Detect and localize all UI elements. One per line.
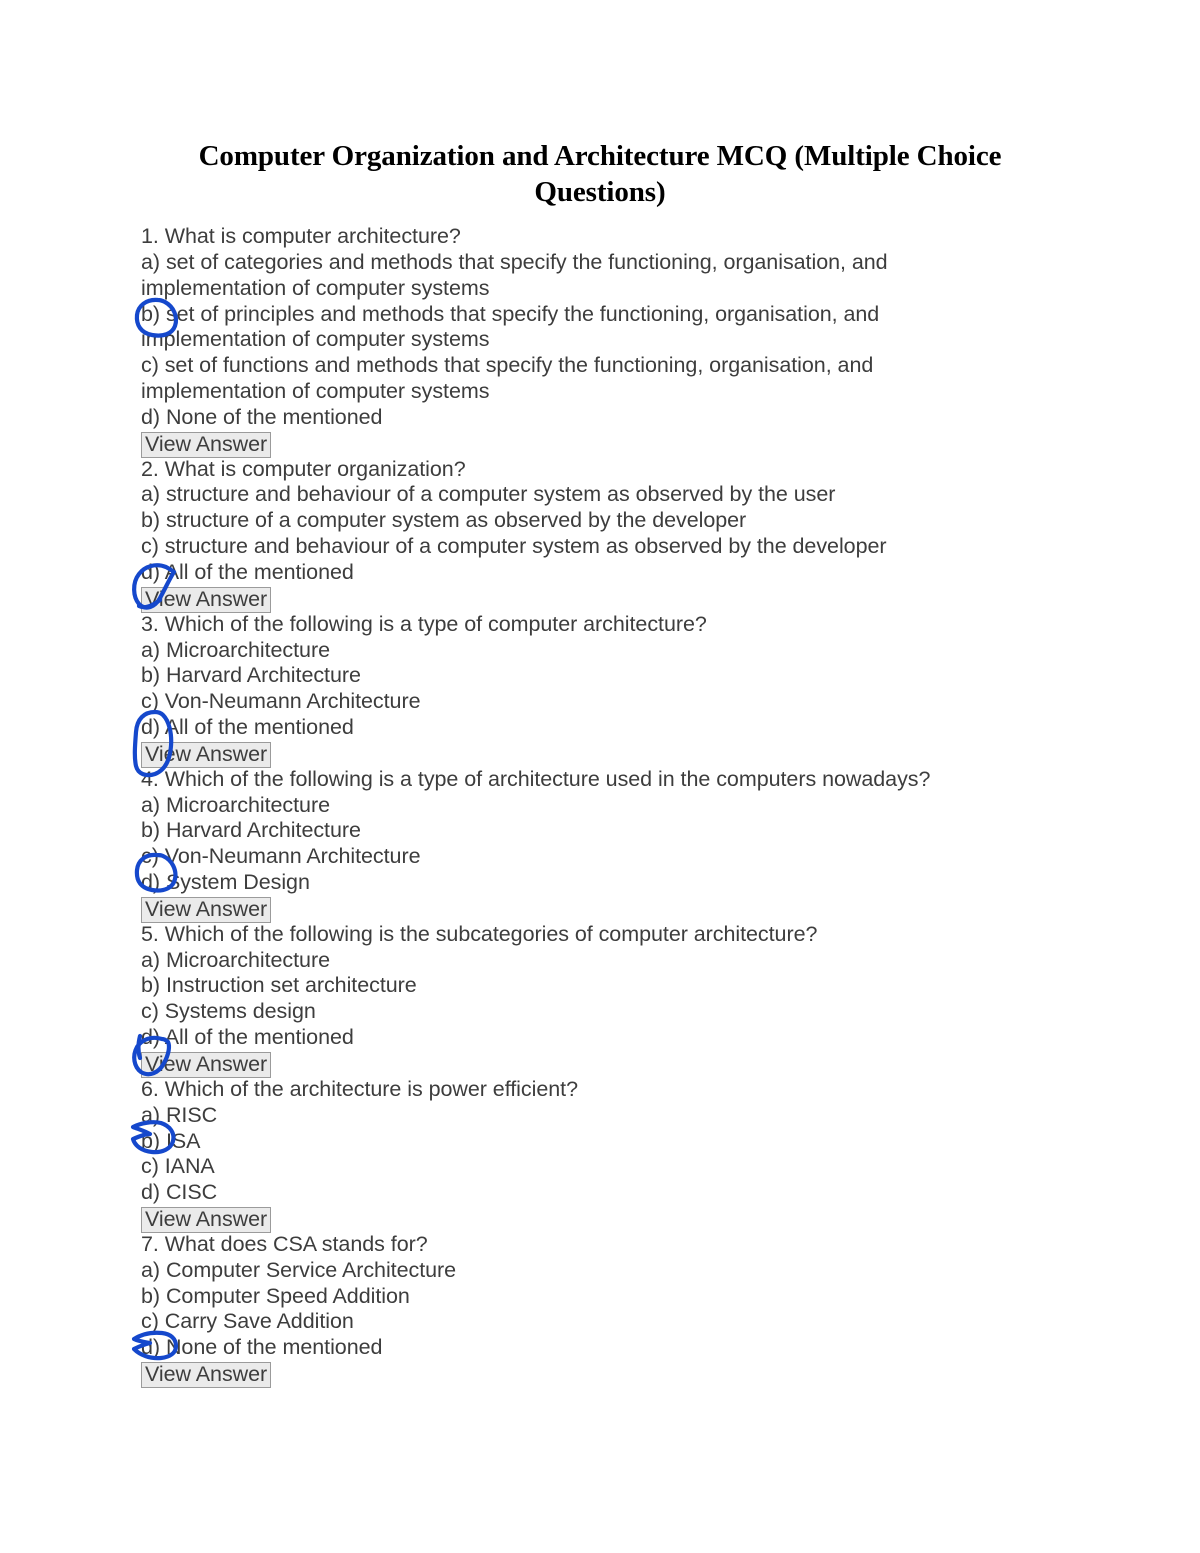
answer-option-line: d) None of the mentioned (141, 1335, 383, 1360)
view-answer-row: View Answer (141, 1051, 1041, 1078)
answer-option-line: implementation of computer systems (141, 275, 490, 300)
answer-option-line: c) structure and behaviour of a computer… (141, 534, 887, 559)
question-prompt: 6. Which of the architecture is power ef… (141, 1076, 578, 1101)
answer-option-line: b) Computer Speed Addition (141, 1283, 410, 1308)
view-answer-row: View Answer (141, 896, 1041, 923)
answer-option-line: d) CISC (141, 1180, 218, 1205)
answer-option-line: a) structure and behaviour of a computer… (141, 482, 836, 507)
question-prompt: 1. What is computer architecture? (141, 224, 461, 248)
view-answer-row: View Answer (141, 431, 1041, 458)
answer-option-line: b) Harvard Architecture (141, 818, 361, 843)
view-answer-row: View Answer (141, 741, 1041, 768)
answer-option-line: implementation of computer systems (141, 379, 490, 404)
view-answer-button[interactable]: View Answer (141, 896, 272, 923)
question-prompt: 7. What does CSA stands for? (141, 1231, 428, 1256)
answer-option-line: a) set of categories and methods that sp… (141, 249, 888, 274)
view-answer-row: View Answer (141, 1206, 1041, 1234)
question-list: 1. What is computer architecture? a) set … (141, 224, 1041, 1389)
answer-option-line: b) Instruction set architecture (141, 973, 417, 998)
answer-option-line: d) All of the mentioned (141, 715, 354, 740)
question-prompt: 5. Which of the following is the subcate… (141, 921, 818, 946)
view-answer-button[interactable]: View Answer (141, 741, 272, 768)
answer-option-line: c) Von-Neumann Architecture (141, 689, 421, 714)
answer-option-line: d) None of the mentioned (141, 404, 383, 429)
question-prompt: 3. Which of the following is a type of c… (141, 611, 707, 636)
answer-option-line: b) set of principles and methods that sp… (141, 301, 880, 326)
document-page: Computer Organization and Architecture M… (0, 0, 1200, 1553)
view-answer-row: View Answer (141, 1361, 1041, 1389)
answer-option-line: a) Computer Service Architecture (141, 1257, 457, 1282)
answer-option-line: c) Carry Save Addition (141, 1309, 354, 1334)
answer-option-line: b) Harvard Architecture (141, 663, 361, 688)
view-answer-row: View Answer (141, 586, 1041, 613)
answer-option-line: a) Microarchitecture (141, 637, 330, 662)
question-prompt: 4. Which of the following is a type of a… (141, 766, 931, 791)
page-title: Computer Organization and Architecture M… (198, 140, 1002, 208)
answer-option-line: a) RISC (141, 1102, 218, 1127)
answer-option-line: b) ISA (141, 1128, 201, 1153)
view-answer-button[interactable]: View Answer (141, 1362, 272, 1389)
answer-option-line: d) System Design (141, 870, 310, 895)
view-answer-button[interactable]: View Answer (141, 1052, 272, 1078)
answer-option-line: d) All of the mentioned (141, 1025, 354, 1050)
answer-option-line: a) Microarchitecture (141, 947, 330, 972)
view-answer-button[interactable]: View Answer (141, 431, 272, 458)
view-answer-button[interactable]: View Answer (141, 586, 272, 613)
ink-stroke-q5-tail (136, 1033, 143, 1061)
answer-option-line: a) Microarchitecture (141, 792, 330, 817)
answer-option-line: implementation of computer systems (141, 327, 490, 352)
answer-option-line: b) structure of a computer system as obs… (141, 508, 747, 533)
answer-option-line: c) Von-Neumann Architecture (141, 844, 421, 869)
view-answer-button[interactable]: View Answer (141, 1207, 272, 1234)
answer-option-line: d) All of the mentioned (141, 559, 354, 584)
answer-option-line: c) Systems design (141, 999, 316, 1024)
answer-option-line: c) IANA (141, 1154, 215, 1179)
question-prompt: 2. What is computer organization? (141, 456, 466, 481)
answer-option-line: c) set of functions and methods that spe… (141, 353, 874, 378)
